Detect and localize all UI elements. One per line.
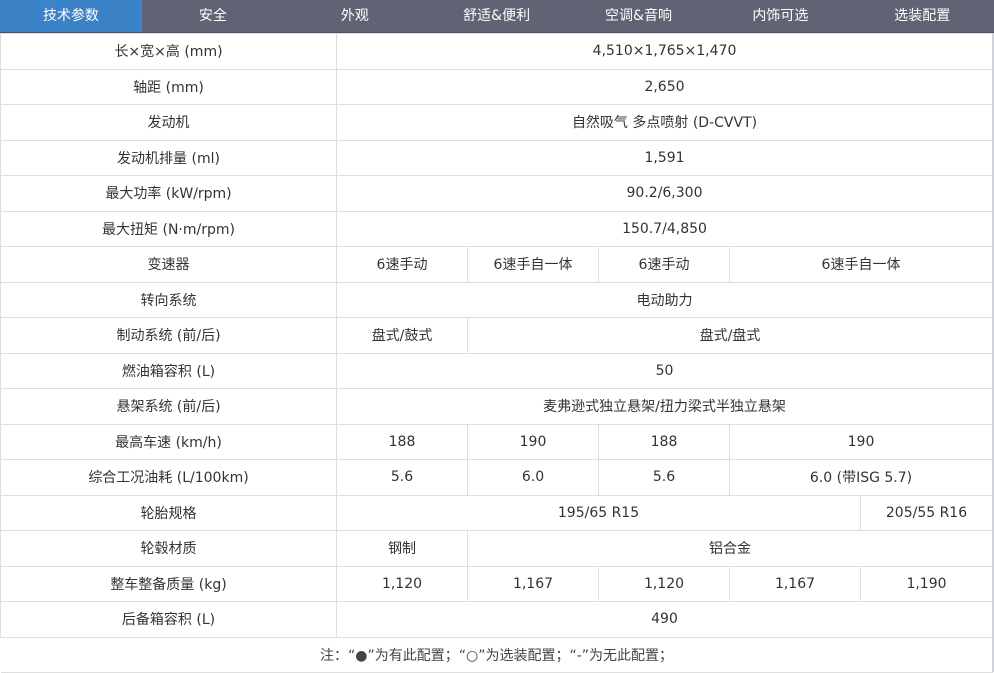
tab-4[interactable]: 舒适&便利 (426, 0, 568, 33)
spec-value: 490 (335, 601, 994, 638)
spec-label: 长×宽×高 (mm) (0, 33, 337, 70)
spec-label: 轮毂材质 (0, 530, 337, 567)
spec-value: 6.0 (467, 459, 599, 496)
spec-value: 150.7/4,850 (335, 210, 994, 247)
spec-value: 190 (467, 423, 599, 460)
spec-label: 后备箱容积 (L) (0, 601, 337, 638)
spec-value: 1,591 (335, 139, 994, 176)
spec-value: 188 (336, 423, 468, 460)
spec-value: 1,190 (859, 565, 994, 602)
spec-value: 麦弗逊式独立悬架/扭力梁式半独立悬架 (335, 388, 994, 425)
spec-value: 盘式/鼓式 (336, 317, 468, 354)
spec-value: 6速手自一体 (467, 246, 599, 283)
spec-tab-bar: 技术参数 安全 外观 舒适&便利 空调&音响 内饰可选 选装配置 (0, 0, 994, 33)
spec-value: 1,120 (598, 565, 730, 602)
spec-label: 发动机 (0, 104, 337, 141)
spec-label: 转向系统 (0, 281, 337, 318)
spec-value: 5.6 (336, 459, 468, 496)
spec-value: 195/65 R15 (336, 494, 861, 531)
spec-row: 轮胎规格 195/65 R15 205/55 R16 (0, 494, 994, 531)
tab-6[interactable]: 内饰可选 (709, 0, 851, 33)
spec-row: 转向系统 电动助力 (0, 281, 994, 318)
spec-label: 发动机排量 (ml) (0, 139, 337, 176)
spec-row: 发动机排量 (ml) 1,591 (0, 139, 994, 176)
spec-value: 1,167 (729, 565, 861, 602)
spec-value: 5.6 (598, 459, 730, 496)
spec-value: 6速手自一体 (728, 246, 994, 283)
spec-row: 最大功率 (kW/rpm) 90.2/6,300 (0, 175, 994, 212)
spec-value: 盘式/盘式 (466, 317, 994, 354)
spec-row: 轴距 (mm) 2,650 (0, 68, 994, 105)
spec-value: 188 (598, 423, 730, 460)
spec-label: 燃油箱容积 (L) (0, 352, 337, 389)
spec-value: 铝合金 (466, 530, 994, 567)
spec-value: 电动助力 (335, 281, 994, 318)
spec-row: 燃油箱容积 (L) 50 (0, 352, 994, 389)
spec-row: 制动系统 (前/后) 盘式/鼓式 盘式/盘式 (0, 317, 994, 354)
spec-value: 6.0 (带ISG 5.7) (728, 459, 994, 496)
spec-row: 最高车速 (km/h) 188 190 188 190 (0, 423, 994, 460)
spec-row: 变速器 6速手动 6速手自一体 6速手动 6速手自一体 (0, 246, 994, 283)
spec-row: 轮毂材质 钢制 铝合金 (0, 530, 994, 567)
spec-row: 发动机 自然吸气 多点喷射 (D-CVVT) (0, 104, 994, 141)
spec-value: 90.2/6,300 (335, 175, 994, 212)
tab-5[interactable]: 空调&音响 (568, 0, 710, 33)
spec-value: 4,510×1,765×1,470 (335, 33, 994, 70)
spec-value: 自然吸气 多点喷射 (D-CVVT) (335, 104, 994, 141)
spec-label: 制动系统 (前/后) (0, 317, 337, 354)
tab-3[interactable]: 外观 (284, 0, 426, 33)
spec-label: 整车整备质量 (kg) (0, 565, 337, 602)
tab-2[interactable]: 安全 (142, 0, 284, 33)
spec-label: 轴距 (mm) (0, 68, 337, 105)
spec-table: 长×宽×高 (mm) 4,510×1,765×1,470 轴距 (mm) 2,650 发… (0, 33, 994, 673)
spec-value: 1,167 (467, 565, 599, 602)
spec-label: 综合工况油耗 (L/100km) (0, 459, 337, 496)
tab-7[interactable]: 选装配置 (851, 0, 993, 33)
tab-1[interactable]: 技术参数 (0, 0, 142, 33)
spec-label: 变速器 (0, 246, 337, 283)
spec-value: 2,650 (335, 68, 994, 105)
spec-label: 最高车速 (km/h) (0, 423, 337, 460)
spec-row: 最大扭矩 (N·m/rpm) 150.7/4,850 (0, 210, 994, 247)
spec-label: 轮胎规格 (0, 494, 337, 531)
spec-value: 1,120 (336, 565, 468, 602)
spec-row: 整车整备质量 (kg) 1,120 1,167 1,120 1,167 1,190 (0, 565, 994, 602)
spec-value: 50 (335, 352, 994, 389)
spec-label: 最大扭矩 (N·m/rpm) (0, 210, 337, 247)
spec-row: 悬架系统 (前/后) 麦弗逊式独立悬架/扭力梁式半独立悬架 (0, 388, 994, 425)
legend-note: 注：“●”为有此配置；“○”为选装配置；“-”为无此配置； (0, 636, 993, 673)
spec-label: 最大功率 (kW/rpm) (0, 175, 337, 212)
legend-row: 注：“●”为有此配置；“○”为选装配置；“-”为无此配置； (0, 636, 993, 673)
spec-row: 后备箱容积 (L) 490 (0, 601, 994, 638)
spec-value: 190 (728, 423, 994, 460)
spec-row: 长×宽×高 (mm) 4,510×1,765×1,470 (0, 33, 994, 70)
spec-label: 悬架系统 (前/后) (0, 388, 337, 425)
spec-value: 钢制 (336, 530, 468, 567)
spec-value: 6速手动 (598, 246, 730, 283)
spec-value: 6速手动 (336, 246, 468, 283)
spec-value: 205/55 R16 (859, 494, 994, 531)
spec-row: 综合工况油耗 (L/100km) 5.6 6.0 5.6 6.0 (带ISG 5.7) (0, 459, 994, 496)
